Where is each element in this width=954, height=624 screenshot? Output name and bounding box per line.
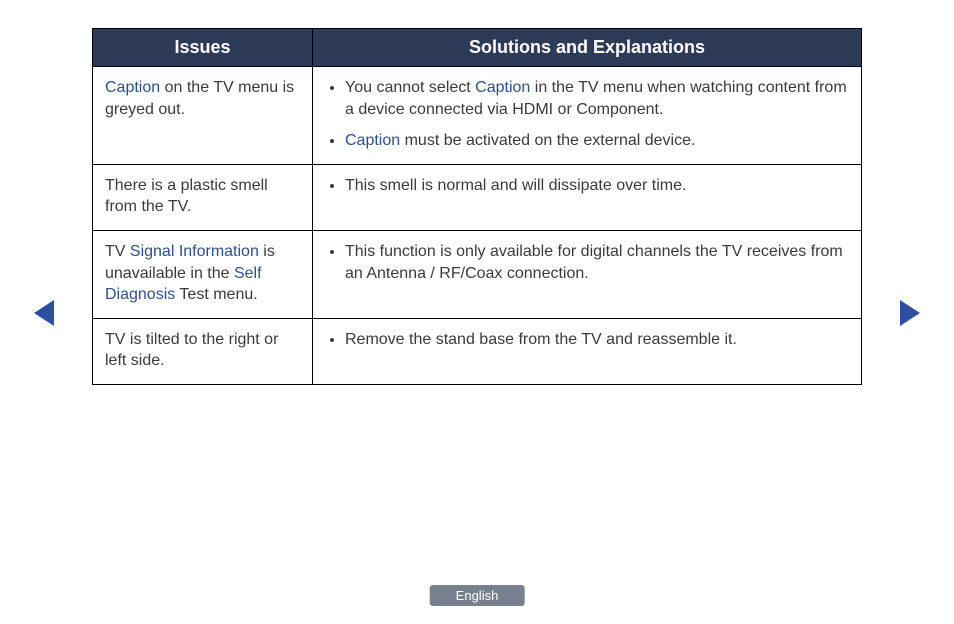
issue-text: TV: [105, 243, 130, 260]
keyword-text: Signal Information: [130, 243, 259, 260]
solution-item: You cannot select Caption in the TV menu…: [345, 77, 849, 120]
header-solutions: Solutions and Explanations: [313, 29, 862, 67]
solution-cell: This function is only available for digi…: [313, 230, 862, 318]
solution-text: Remove the stand base from the TV and re…: [345, 331, 737, 348]
solution-text: This function is only available for digi…: [345, 243, 843, 282]
table-row: Caption on the TV menu is greyed out. You…: [93, 67, 862, 165]
solution-list: You cannot select Caption in the TV menu…: [325, 77, 849, 152]
table-row: TV Signal Information is unavailable in …: [93, 230, 862, 318]
issue-text: There is a plastic smell from the TV.: [105, 177, 268, 216]
solution-cell: This smell is normal and will dissipate …: [313, 164, 862, 230]
issue-cell: Caption on the TV menu is greyed out.: [93, 67, 313, 165]
table-row: TV is tilted to the right or left side. R…: [93, 318, 862, 384]
solution-item: Remove the stand base from the TV and re…: [345, 329, 849, 351]
prev-page-arrow-icon[interactable]: [34, 300, 54, 326]
keyword-text: Caption: [475, 79, 530, 96]
troubleshooting-table-wrap: Issues Solutions and Explanations Captio…: [92, 28, 862, 385]
solution-list: Remove the stand base from the TV and re…: [325, 329, 849, 351]
solution-text: You cannot select: [345, 79, 475, 96]
keyword-text: Caption: [105, 79, 160, 96]
issue-cell: TV Signal Information is unavailable in …: [93, 230, 313, 318]
issue-cell: There is a plastic smell from the TV.: [93, 164, 313, 230]
next-page-arrow-icon[interactable]: [900, 300, 920, 326]
issue-text: TV is tilted to the right or left side.: [105, 331, 278, 370]
troubleshooting-table: Issues Solutions and Explanations Captio…: [92, 28, 862, 385]
solution-cell: You cannot select Caption in the TV menu…: [313, 67, 862, 165]
table-body: Caption on the TV menu is greyed out. You…: [93, 67, 862, 385]
solution-item: This function is only available for digi…: [345, 241, 849, 284]
manual-page: Issues Solutions and Explanations Captio…: [0, 0, 954, 624]
solution-list: This function is only available for digi…: [325, 241, 849, 284]
language-badge: English: [430, 585, 525, 606]
solution-text: must be activated on the external device…: [400, 132, 695, 149]
table-row: There is a plastic smell from the TV. Thi…: [93, 164, 862, 230]
table-header-row: Issues Solutions and Explanations: [93, 29, 862, 67]
solution-list: This smell is normal and will dissipate …: [325, 175, 849, 197]
issue-cell: TV is tilted to the right or left side.: [93, 318, 313, 384]
solution-item: This smell is normal and will dissipate …: [345, 175, 849, 197]
header-issues: Issues: [93, 29, 313, 67]
issue-text: Test menu.: [175, 286, 257, 303]
solution-text: This smell is normal and will dissipate …: [345, 177, 686, 194]
solution-item: Caption must be activated on the externa…: [345, 130, 849, 152]
solution-cell: Remove the stand base from the TV and re…: [313, 318, 862, 384]
keyword-text: Caption: [345, 132, 400, 149]
